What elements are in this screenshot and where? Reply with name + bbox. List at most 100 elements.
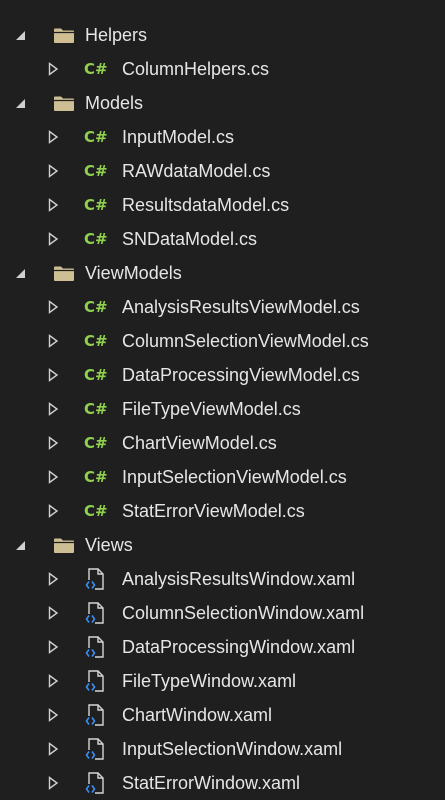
collapsed-triangle-icon[interactable] (45, 222, 61, 256)
file-item[interactable]: C# DataProcessingViewModel.cs (0, 358, 445, 392)
collapsed-triangle-icon[interactable] (45, 154, 61, 188)
xaml-file-icon (84, 630, 106, 664)
file-item[interactable]: C# FileTypeViewModel.cs (0, 392, 445, 426)
collapsed-triangle-icon[interactable] (45, 596, 61, 630)
folder-label: Helpers (85, 25, 148, 45)
csharp-glyph: C# (84, 196, 108, 214)
file-label: ColumnHelpers.cs (122, 59, 270, 79)
expanded-triangle-icon[interactable] (12, 18, 28, 52)
collapsed-triangle-icon[interactable] (45, 630, 61, 664)
file-item[interactable]: C# InputModel.cs (0, 120, 445, 154)
file-item[interactable]: C# SNDataModel.cs (0, 222, 445, 256)
collapsed-triangle-icon[interactable] (45, 460, 61, 494)
csharp-file-icon: C# (84, 392, 108, 426)
csharp-file-icon: C# (84, 460, 108, 494)
collapsed-triangle-icon[interactable] (45, 120, 61, 154)
file-item[interactable]: C# ResultsdataModel.cs (0, 188, 445, 222)
collapsed-triangle-icon[interactable] (45, 494, 61, 528)
file-label: AnalysisResultsWindow.xaml (122, 569, 356, 589)
file-label: InputSelectionWindow.xaml (122, 739, 343, 759)
file-item[interactable]: FileTypeWindow.xaml (0, 664, 445, 698)
file-label: ColumnSelectionWindow.xaml (122, 603, 365, 623)
csharp-glyph: C# (84, 400, 108, 418)
folder-helpers[interactable]: Helpers (0, 18, 445, 52)
csharp-glyph: C# (84, 230, 108, 248)
file-label: StatErrorWindow.xaml (122, 773, 301, 793)
folder-label: ViewModels (85, 263, 182, 283)
xaml-file-icon (84, 562, 106, 596)
collapsed-triangle-icon[interactable] (45, 392, 61, 426)
csharp-file-icon: C# (84, 358, 108, 392)
file-item[interactable]: DataProcessingWindow.xaml (0, 630, 445, 664)
file-item[interactable]: C# ColumnSelectionViewModel.cs (0, 324, 445, 358)
file-label: SNDataModel.cs (122, 229, 258, 249)
collapsed-triangle-icon[interactable] (45, 324, 61, 358)
collapsed-triangle-icon[interactable] (45, 766, 61, 800)
file-label: FileTypeWindow.xaml (122, 671, 297, 691)
csharp-file-icon: C# (84, 494, 108, 528)
file-item[interactable]: C# ColumnHelpers.cs (0, 52, 445, 86)
file-label: DataProcessingViewModel.cs (122, 365, 360, 385)
collapsed-triangle-icon[interactable] (45, 188, 61, 222)
collapsed-triangle-icon[interactable] (45, 732, 61, 766)
csharp-file-icon: C# (84, 52, 108, 86)
csharp-glyph: C# (84, 60, 108, 78)
file-label: FileTypeViewModel.cs (122, 399, 301, 419)
csharp-glyph: C# (84, 128, 108, 146)
file-item[interactable]: C# AnalysisResultsViewModel.cs (0, 290, 445, 324)
csharp-glyph: C# (84, 468, 108, 486)
xaml-file-icon (84, 596, 106, 630)
xaml-file-icon (84, 732, 106, 766)
folder-viewmodels[interactable]: ViewModels (0, 256, 445, 290)
expanded-triangle-icon[interactable] (12, 528, 28, 562)
csharp-file-icon: C# (84, 324, 108, 358)
expanded-triangle-icon[interactable] (12, 86, 28, 120)
collapsed-triangle-icon[interactable] (45, 52, 61, 86)
file-label: DataProcessingWindow.xaml (122, 637, 356, 657)
expanded-triangle-icon[interactable] (12, 256, 28, 290)
csharp-file-icon: C# (84, 290, 108, 324)
collapsed-triangle-icon[interactable] (45, 426, 61, 460)
solution-explorer-tree: Helpers C# ColumnHelpers.cs Models C# InputMo… (0, 0, 445, 794)
csharp-file-icon: C# (84, 154, 108, 188)
file-label: RAWdataModel.cs (122, 161, 271, 181)
file-label: ChartViewModel.cs (122, 433, 277, 453)
xaml-file-icon (84, 766, 106, 800)
folder-icon (53, 86, 75, 120)
folder-icon (53, 256, 75, 290)
csharp-glyph: C# (84, 434, 108, 452)
file-item[interactable]: AnalysisResultsWindow.xaml (0, 562, 445, 596)
folder-icon (53, 528, 75, 562)
collapsed-triangle-icon[interactable] (45, 664, 61, 698)
csharp-file-icon: C# (84, 426, 108, 460)
file-item[interactable]: C# StatErrorViewModel.cs (0, 494, 445, 528)
csharp-file-icon: C# (84, 222, 108, 256)
xaml-file-icon (84, 698, 106, 732)
file-item[interactable]: StatErrorWindow.xaml (0, 766, 445, 800)
file-item[interactable]: C# RAWdataModel.cs (0, 154, 445, 188)
file-item[interactable]: C# ChartViewModel.cs (0, 426, 445, 460)
file-label: ResultsdataModel.cs (122, 195, 290, 215)
csharp-glyph: C# (84, 366, 108, 384)
collapsed-triangle-icon[interactable] (45, 698, 61, 732)
csharp-file-icon: C# (84, 120, 108, 154)
file-item[interactable]: ColumnSelectionWindow.xaml (0, 596, 445, 630)
file-item[interactable]: ChartWindow.xaml (0, 698, 445, 732)
csharp-glyph: C# (84, 298, 108, 316)
csharp-glyph: C# (84, 502, 108, 520)
csharp-glyph: C# (84, 332, 108, 350)
file-item[interactable]: C# InputSelectionViewModel.cs (0, 460, 445, 494)
folder-models[interactable]: Models (0, 86, 445, 120)
xaml-file-icon (84, 664, 106, 698)
file-item[interactable]: InputSelectionWindow.xaml (0, 732, 445, 766)
folder-views[interactable]: Views (0, 528, 445, 562)
collapsed-triangle-icon[interactable] (45, 358, 61, 392)
file-label: ChartWindow.xaml (122, 705, 273, 725)
file-label: ColumnSelectionViewModel.cs (122, 331, 369, 351)
folder-icon (53, 18, 75, 52)
collapsed-triangle-icon[interactable] (45, 290, 61, 324)
file-label: InputModel.cs (122, 127, 235, 147)
file-label: InputSelectionViewModel.cs (122, 467, 347, 487)
collapsed-triangle-icon[interactable] (45, 562, 61, 596)
csharp-file-icon: C# (84, 188, 108, 222)
